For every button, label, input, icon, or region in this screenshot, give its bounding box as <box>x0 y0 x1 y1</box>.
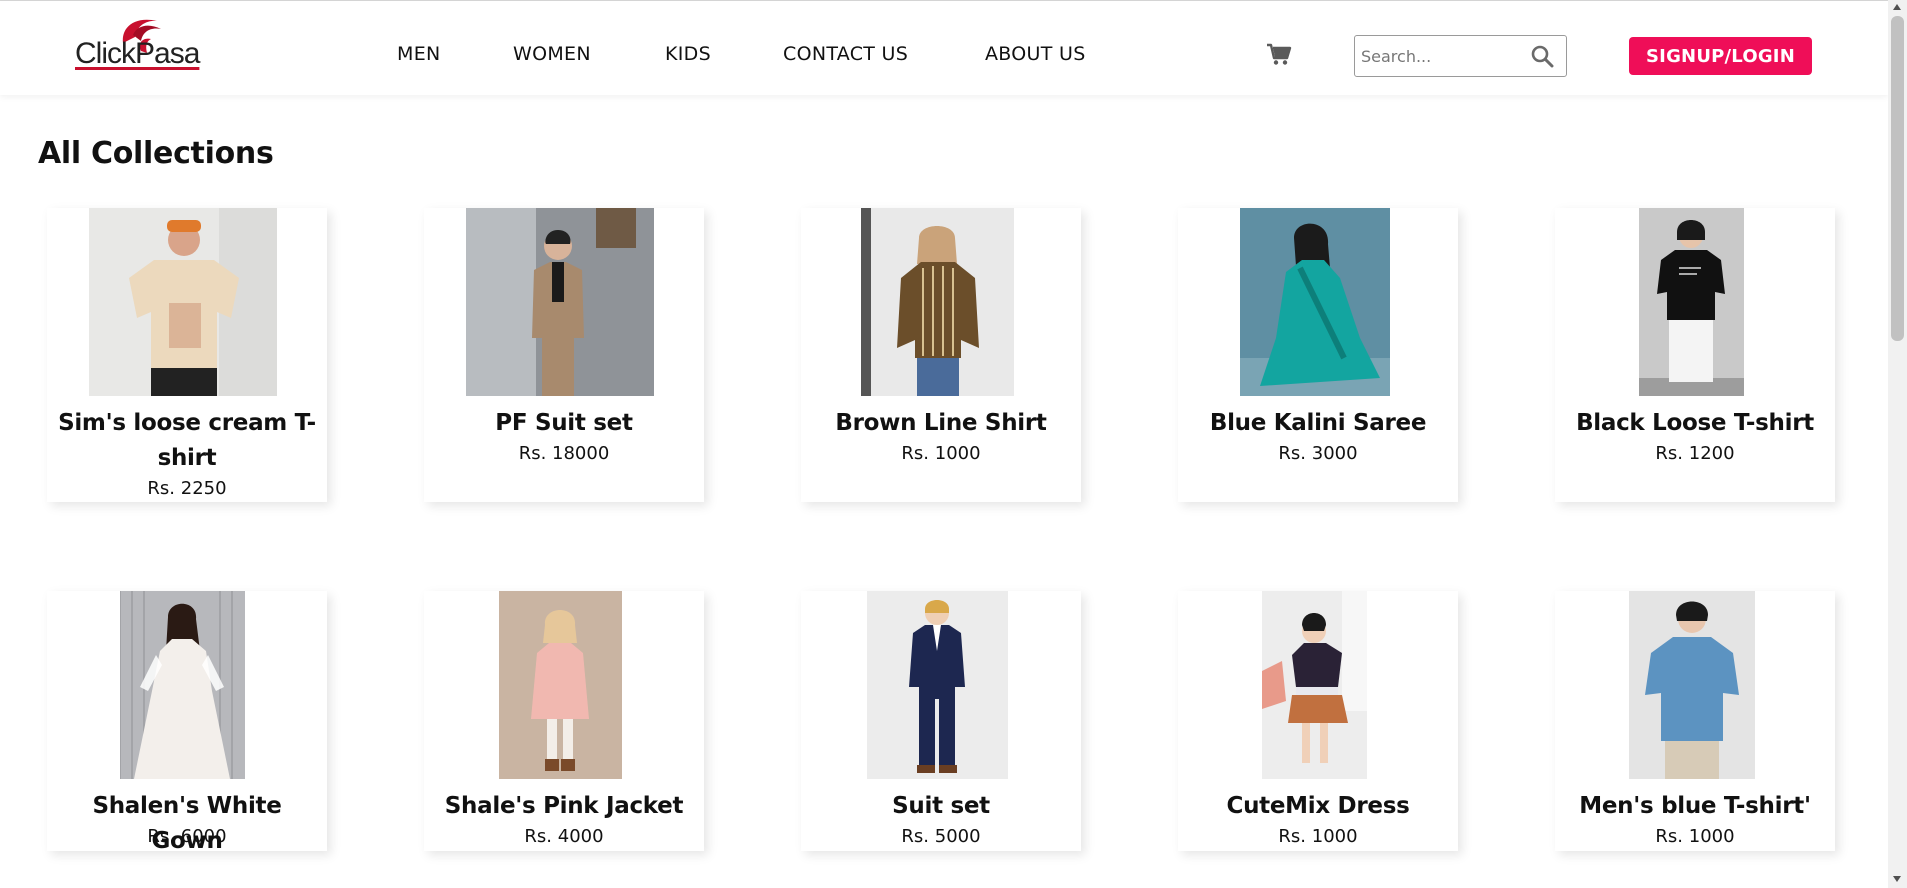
product-card[interactable]: Shale's Pink Jacket Rs. 4000 <box>424 591 704 851</box>
product-card[interactable]: Black Loose T-shirt Rs. 1200 <box>1555 208 1835 502</box>
product-price: Rs. 3000 <box>1278 443 1358 464</box>
shopping-cart-icon[interactable] <box>1266 42 1292 66</box>
scroll-down-arrow-icon[interactable] <box>1893 876 1901 882</box>
search-box <box>1354 35 1567 77</box>
product-card[interactable]: Blue Kalini Saree Rs. 3000 <box>1178 208 1458 502</box>
product-image <box>1639 208 1744 396</box>
product-price: Rs. 1000 <box>1655 826 1735 847</box>
product-price: Rs. 4000 <box>524 826 604 847</box>
product-image <box>867 591 1008 779</box>
product-image <box>1629 591 1755 779</box>
nav-link-kids[interactable]: KIDS <box>665 43 711 65</box>
product-price: Rs. 6000 <box>147 826 227 847</box>
product-price: Rs. 18000 <box>518 443 610 464</box>
product-card[interactable]: Suit set Rs. 5000 <box>801 591 1081 851</box>
product-card[interactable]: Shalen's White Gown Rs. 6000 <box>47 591 327 854</box>
product-name: Suit set <box>892 793 990 819</box>
product-name: Shalen's White Gown <box>92 793 282 854</box>
scroll-up-arrow-icon[interactable] <box>1893 4 1901 10</box>
product-name: PF Suit set <box>495 410 633 436</box>
scrollbar-thumb[interactable] <box>1891 16 1904 341</box>
top-navbar: ClickPasa MEN WOMEN KIDS CONTACT US ABOU… <box>0 1 1888 95</box>
product-image <box>1262 591 1367 779</box>
vertical-scrollbar[interactable] <box>1888 0 1907 888</box>
product-card[interactable]: PF Suit set Rs. 18000 <box>424 208 704 502</box>
page-title: All Collections <box>38 136 274 171</box>
product-card[interactable]: CuteMix Dress Rs. 1000 <box>1178 591 1458 851</box>
product-card[interactable]: Brown Line Shirt Rs. 1000 <box>801 208 1081 502</box>
product-name: Shale's Pink Jacket <box>444 793 684 819</box>
product-name: Blue Kalini Saree <box>1209 410 1427 436</box>
nav-link-women[interactable]: WOMEN <box>513 43 591 65</box>
brand-logo[interactable]: ClickPasa <box>73 13 203 75</box>
nav-link-contact-us[interactable]: CONTACT US <box>783 43 908 65</box>
product-card[interactable]: Men's blue T-shirt' Rs. 1000 <box>1555 591 1835 851</box>
logo-text: ClickPasa <box>75 37 200 70</box>
product-image <box>466 208 654 396</box>
product-name: Men's blue T-shirt' <box>1579 793 1811 819</box>
product-price: Rs. 1000 <box>901 443 981 464</box>
search-icon[interactable] <box>1530 44 1554 68</box>
product-name: Brown Line Shirt <box>835 410 1047 436</box>
signup-login-button[interactable]: SIGNUP/LOGIN <box>1629 37 1812 75</box>
product-price: Rs. 5000 <box>901 826 981 847</box>
nav-link-about-us[interactable]: ABOUT US <box>985 43 1086 65</box>
nav-link-men[interactable]: MEN <box>397 43 441 65</box>
product-name: Black Loose T-shirt <box>1576 410 1814 436</box>
product-image <box>1240 208 1390 396</box>
product-image <box>861 208 1014 396</box>
product-price: Rs. 2250 <box>147 478 227 499</box>
product-name: CuteMix Dress <box>1226 793 1410 819</box>
product-price: Rs. 1000 <box>1278 826 1358 847</box>
product-price: Rs. 1200 <box>1655 443 1735 464</box>
product-image <box>89 208 277 396</box>
product-name: Sim's loose cream T-shirt <box>58 410 316 471</box>
search-input[interactable] <box>1361 43 1521 69</box>
product-image <box>499 591 622 779</box>
product-image <box>120 591 245 779</box>
product-card[interactable]: Sim's loose cream T-shirt Rs. 2250 <box>47 208 327 502</box>
